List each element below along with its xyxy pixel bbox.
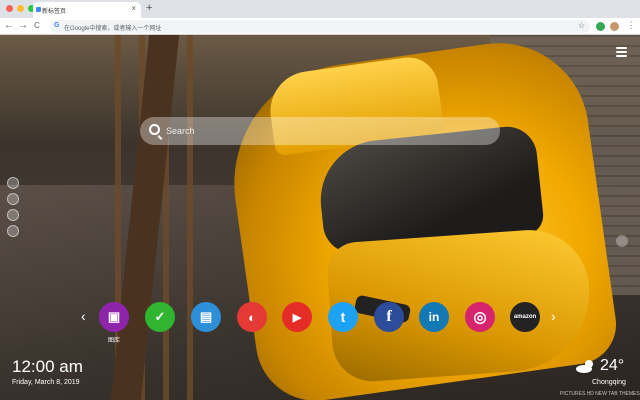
app-twitter-icon[interactable]: t	[328, 302, 358, 332]
cloud-sun-icon	[576, 360, 593, 373]
browser-menu-button[interactable]: ⋮	[626, 20, 636, 31]
minimize-window-button[interactable]	[17, 5, 24, 12]
app-gallery-icon[interactable]: ▣	[99, 302, 129, 332]
tab-title: 新标签页	[42, 9, 67, 15]
address-bar[interactable]: G 在Google中搜索，或者输入一个网址 ☆	[50, 20, 590, 33]
app-game-icon[interactable]: ◐	[237, 302, 267, 332]
google-icon: G	[54, 22, 60, 29]
hamburger-menu-icon[interactable]	[616, 47, 627, 57]
app-gallery-label: 图库	[107, 338, 120, 344]
app-linkedin-icon[interactable]: in	[419, 302, 449, 332]
app-facebook-icon[interactable]: f	[374, 302, 404, 332]
clock-date: Friday, March 8, 2019	[12, 379, 80, 386]
side-shortcut-1-icon[interactable]	[7, 177, 19, 189]
tab-strip: 新标签页 × +	[0, 0, 640, 18]
window-controls	[6, 5, 35, 12]
browser-toolbar: ← → C G 在Google中搜索，或者输入一个网址 ☆ ⋮	[0, 18, 640, 35]
search-bar[interactable]	[140, 117, 500, 145]
side-shortcut-4-icon[interactable]	[7, 225, 19, 237]
new-tab-button[interactable]: +	[146, 2, 152, 14]
bookmark-star-icon[interactable]: ☆	[578, 21, 585, 30]
side-shortcut-3-icon[interactable]	[7, 209, 19, 221]
app-youtube-icon[interactable]: ▶	[282, 302, 312, 332]
clock-time: 12:00 am	[12, 357, 83, 376]
back-button[interactable]: ←	[4, 20, 14, 31]
app-amazon-icon[interactable]: amazon	[510, 302, 540, 332]
profile-avatar[interactable]	[610, 22, 619, 31]
search-input[interactable]	[166, 122, 486, 140]
search-icon[interactable]	[149, 124, 160, 135]
right-shortcut-icon[interactable]	[616, 235, 628, 247]
active-tab[interactable]: 新标签页 ×	[33, 2, 141, 18]
close-window-button[interactable]	[6, 5, 13, 12]
wallpaper-image	[0, 35, 640, 400]
app-instagram-icon[interactable]: ◎	[465, 302, 495, 332]
app-checklist-icon[interactable]: ✓	[145, 302, 175, 332]
apps-prev-arrow[interactable]: ‹	[81, 308, 86, 324]
extension-icon[interactable]	[596, 22, 605, 31]
side-shortcuts	[7, 177, 19, 237]
tab-close-button[interactable]: ×	[131, 4, 136, 13]
forward-button[interactable]: →	[18, 20, 28, 31]
address-bar-placeholder: 在Google中搜索，或者输入一个网址	[64, 26, 162, 32]
apps-next-arrow[interactable]: ›	[551, 308, 556, 324]
tab-favicon-icon	[36, 7, 41, 12]
watermark: PICTURES HD NEW TAB THEMES	[560, 391, 640, 397]
side-shortcut-2-icon[interactable]	[7, 193, 19, 205]
weather-city: Chongqing	[592, 379, 626, 386]
weather-temperature: 24°	[600, 357, 625, 374]
reload-button[interactable]: C	[32, 21, 42, 30]
app-notes-icon[interactable]: ▤	[191, 302, 221, 332]
